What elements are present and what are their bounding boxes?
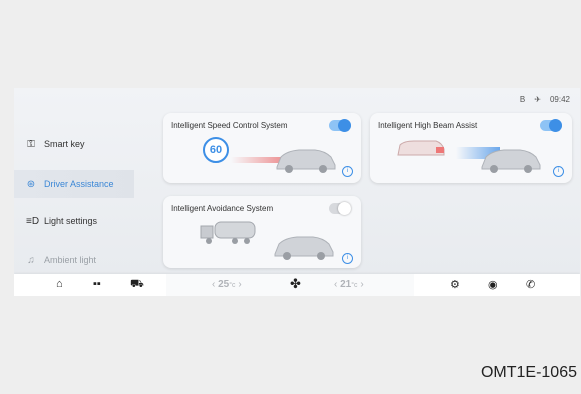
ambient-icon: ♫ xyxy=(27,254,35,266)
sidebar: ⚿ Smart key ⊛ Driver Assistance ≡D Light… xyxy=(14,118,134,270)
sidebar-item-label: Driver Assistance xyxy=(44,179,114,189)
phone-icon[interactable]: ✆ xyxy=(526,278,535,291)
sidebar-item-driver-assistance[interactable]: ⊛ Driver Assistance xyxy=(14,170,134,198)
temp-decrease[interactable]: ‹ xyxy=(334,279,337,290)
temp-decrease[interactable]: ‹ xyxy=(212,279,215,290)
signal-icon: ✈ xyxy=(534,95,541,104)
sidebar-item-label: Light settings xyxy=(44,216,98,226)
sidebar-item-smart-key[interactable]: ⚿ Smart key xyxy=(14,130,134,158)
avoidance-toggle[interactable] xyxy=(329,202,351,215)
bottom-dock: ⌂ ▪▪ ⛟ ‹ 25°c › ✤ ‹ 21°c › ⚙ ◉ ✆ xyxy=(14,274,580,296)
speed-control-toggle[interactable] xyxy=(329,119,351,132)
temp-increase[interactable]: › xyxy=(238,279,241,290)
home-icon[interactable]: ⌂ xyxy=(56,278,63,290)
dock-left-group: ⌂ ▪▪ ⛟ xyxy=(14,274,166,296)
sidebar-item-light-settings[interactable]: ≡D Light settings xyxy=(14,207,134,235)
headlight-icon: ≡D xyxy=(26,215,40,227)
bluetooth-icon: B xyxy=(519,95,526,104)
oncoming-car-image xyxy=(397,140,445,156)
left-temperature[interactable]: ‹ 25°c › xyxy=(212,279,242,290)
temp-increase[interactable]: › xyxy=(360,279,363,290)
steering-icon: ⊛ xyxy=(26,178,36,190)
temp-unit: °c xyxy=(351,282,358,289)
info-icon[interactable]: i xyxy=(342,166,353,177)
info-icon[interactable]: i xyxy=(342,253,353,264)
dock-right-group: ⚙ ◉ ✆ xyxy=(414,274,580,296)
speed-control-card: Intelligent Speed Control System 60 i xyxy=(163,113,361,183)
car-image xyxy=(274,236,334,260)
high-beam-card: Intelligent High Beam Assist i xyxy=(370,113,572,183)
key-icon: ⚿ xyxy=(27,138,35,150)
right-temperature[interactable]: ‹ 21°c › xyxy=(334,279,364,290)
figure-code: OMT1E-1065 xyxy=(480,364,577,381)
infotainment-screen: B ✈ 09:42 ⚿ Smart key ⊛ Driver Assistanc… xyxy=(14,88,580,296)
truck-image xyxy=(200,221,256,244)
card-title: Intelligent High Beam Assist xyxy=(378,121,478,130)
car-image xyxy=(276,149,336,173)
sidebar-item-label: Ambient light xyxy=(44,255,97,265)
apps-icon[interactable]: ▪▪ xyxy=(93,278,101,290)
temp-unit: °c xyxy=(229,282,236,289)
clock: 09:42 xyxy=(549,95,570,104)
speed-sign: 60 xyxy=(203,137,229,163)
car-image xyxy=(481,149,541,173)
settings-icon[interactable]: ⚙ xyxy=(450,278,460,291)
info-icon[interactable]: i xyxy=(553,166,564,177)
media-icon[interactable]: ◉ xyxy=(488,278,498,291)
card-title: Intelligent Avoidance System xyxy=(171,204,274,213)
fan-icon[interactable]: ✤ xyxy=(290,276,301,292)
sidebar-item-ambient-light[interactable]: ♫ Ambient light xyxy=(14,246,134,274)
avoidance-card: Intelligent Avoidance System i xyxy=(163,196,361,268)
high-beam-toggle[interactable] xyxy=(540,119,562,132)
car-icon[interactable]: ⛟ xyxy=(130,278,144,292)
sidebar-item-label: Smart key xyxy=(44,139,85,149)
card-title: Intelligent Speed Control System xyxy=(171,121,288,130)
temp-value: 21 xyxy=(340,279,352,290)
temp-value: 25 xyxy=(218,279,230,290)
status-bar: B ✈ 09:42 xyxy=(520,95,570,104)
